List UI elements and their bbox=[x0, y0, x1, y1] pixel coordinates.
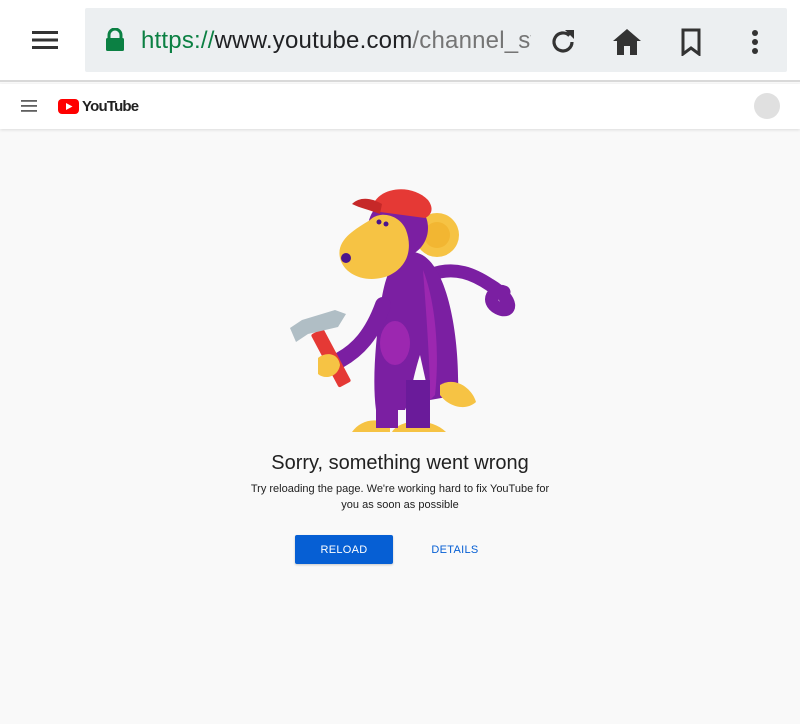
menu-icon bbox=[32, 31, 58, 49]
reload-button[interactable]: RELOAD bbox=[295, 535, 393, 564]
youtube-header: YouTube bbox=[0, 84, 800, 129]
url-path: /channel_switch bbox=[412, 27, 531, 54]
youtube-logo[interactable]: YouTube bbox=[58, 96, 139, 116]
guide-menu-icon bbox=[21, 100, 37, 112]
youtube-logo-text: YouTube bbox=[82, 97, 139, 115]
browser-toolbar: https://www.youtube.com/channel_switch bbox=[0, 0, 800, 82]
url-text[interactable]: https://www.youtube.com/channel_switch bbox=[141, 24, 531, 58]
url-host: www.youtube.com bbox=[214, 27, 413, 54]
reload-icon bbox=[552, 30, 574, 53]
home-icon bbox=[613, 29, 641, 55]
error-message: Try reloading the page. We're working ha… bbox=[250, 483, 550, 511]
details-button[interactable]: DETAILS bbox=[415, 535, 495, 564]
monkey-illustration bbox=[290, 189, 516, 432]
account-avatar[interactable] bbox=[754, 93, 780, 119]
browser-menu-button[interactable] bbox=[22, 20, 68, 60]
youtube-play-icon bbox=[58, 98, 79, 114]
guide-menu-button[interactable] bbox=[18, 96, 40, 116]
error-title: Sorry, something went wrong bbox=[271, 452, 529, 474]
bookmark-icon bbox=[681, 28, 701, 56]
bookmark-button[interactable] bbox=[671, 22, 711, 62]
more-vert-icon bbox=[752, 30, 758, 54]
home-button[interactable] bbox=[607, 22, 647, 62]
more-options-button[interactable] bbox=[735, 22, 775, 62]
lock-icon bbox=[106, 28, 124, 51]
address-bar[interactable]: https://www.youtube.com/channel_switch bbox=[85, 8, 787, 72]
reload-page-button[interactable] bbox=[543, 22, 583, 62]
url-scheme: https:// bbox=[141, 27, 215, 54]
